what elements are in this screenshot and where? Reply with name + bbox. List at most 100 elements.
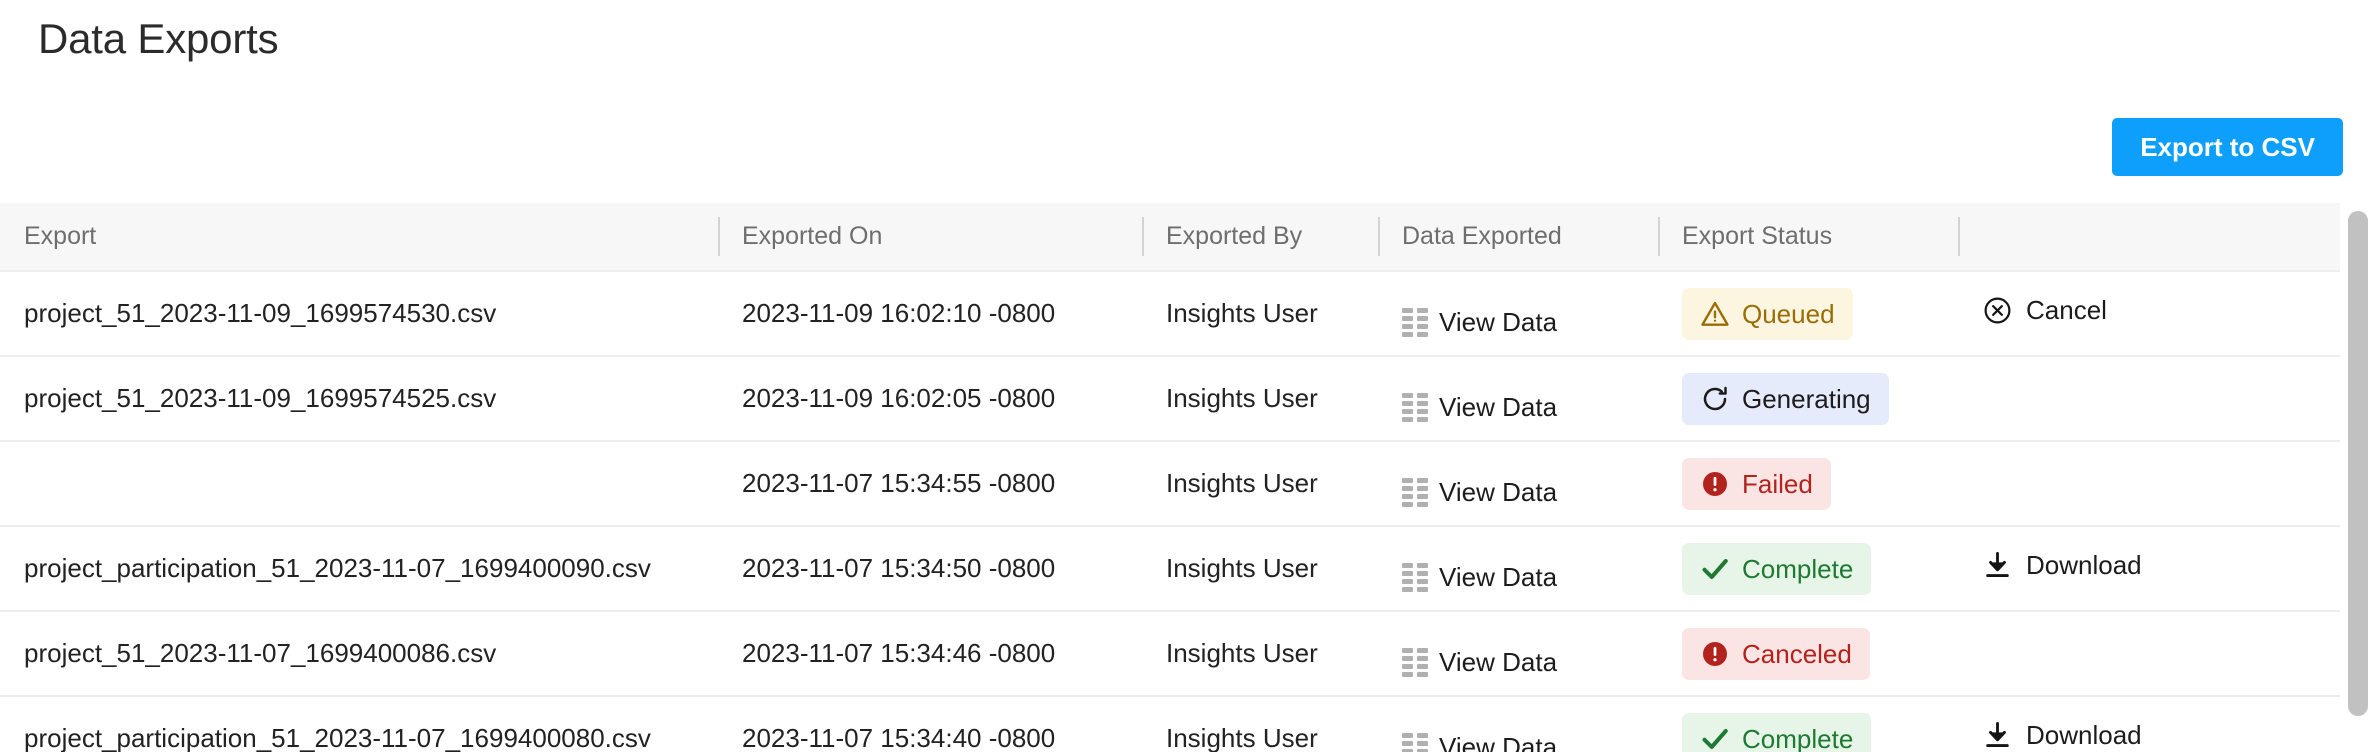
cell-data-exported: View Data: [1378, 441, 1658, 527]
table-row[interactable]: project_participation_51_2023-11-07_1699…: [0, 526, 2340, 612]
cell-exported-on: 2023-11-07 15:34:46 -0800: [718, 611, 1142, 697]
view-data-link[interactable]: View Data: [1402, 732, 1557, 752]
table-grid-icon: [1402, 393, 1428, 422]
status-badge-generating: Generating: [1682, 372, 1889, 425]
export-to-csv-button[interactable]: Export to CSV: [2112, 118, 2343, 176]
table-row[interactable]: project_51_2023-11-07_1699400086.csv 2023…: [0, 611, 2340, 697]
cell-row-action: [1958, 611, 2340, 697]
status-badge-complete: Complete: [1682, 542, 1872, 595]
cell-row-action: [1958, 356, 2340, 442]
table-row[interactable]: project_51_2023-11-09_1699574530.csv 2023…: [0, 271, 2340, 357]
cell-export-status: Queued: [1658, 271, 1958, 357]
table-grid-icon: [1402, 648, 1428, 677]
status-badge-label: Complete: [1742, 553, 1854, 584]
column-header-exported-on[interactable]: Exported On: [718, 203, 1142, 272]
view-data-label: View Data: [1439, 307, 1558, 337]
table-body: project_51_2023-11-09_1699574530.csv 2023…: [0, 271, 2340, 752]
view-data-label: View Data: [1439, 647, 1558, 677]
table-row[interactable]: project_participation_51_2023-11-07_1699…: [0, 696, 2340, 752]
cell-export-status: Failed: [1658, 441, 1958, 527]
row-action-empty: [1982, 483, 2340, 484]
page-title: Data Exports: [38, 15, 279, 62]
cell-export-filename: project_participation_51_2023-11-07_1699…: [0, 526, 718, 612]
cell-exported-on: 2023-11-09 16:02:10 -0800: [718, 271, 1142, 357]
column-header-exported-by[interactable]: Exported By: [1142, 203, 1378, 272]
status-badge-label: Generating: [1742, 383, 1871, 414]
table-header: Export Exported On Exported By Data Expo…: [0, 203, 2340, 272]
status-badge-label: Canceled: [1742, 638, 1852, 669]
view-data-link[interactable]: View Data: [1402, 307, 1557, 338]
cell-exported-by: Insights User: [1142, 611, 1378, 697]
cell-export-filename: project_51_2023-11-09_1699574525.csv: [0, 356, 718, 442]
view-data-link[interactable]: View Data: [1402, 647, 1557, 678]
check-icon: [1700, 554, 1730, 584]
row-action-empty: [1982, 398, 2340, 399]
column-header-export[interactable]: Export: [0, 203, 718, 272]
vertical-scrollbar-thumb[interactable]: [2348, 211, 2368, 716]
cell-data-exported: View Data: [1378, 526, 1658, 612]
status-badge-failed: Failed: [1682, 457, 1831, 510]
download-icon: [1982, 550, 2013, 581]
cell-exported-on: 2023-11-07 15:34:40 -0800: [718, 696, 1142, 752]
cell-export-filename: project_51_2023-11-07_1699400086.csv: [0, 611, 718, 697]
cell-export-status: Generating: [1658, 356, 1958, 442]
download-action-button[interactable]: Download: [1982, 720, 2142, 751]
cell-data-exported: View Data: [1378, 611, 1658, 697]
status-badge-label: Complete: [1742, 723, 1854, 752]
cell-exported-on: 2023-11-09 16:02:05 -0800: [718, 356, 1142, 442]
table-grid-icon: [1402, 733, 1428, 752]
cell-row-action: Download: [1958, 526, 2340, 612]
status-badge-queued: Queued: [1682, 287, 1853, 340]
column-header-export-status[interactable]: Export Status: [1658, 203, 1958, 272]
table-header-row: Export Exported On Exported By Data Expo…: [0, 203, 2340, 272]
view-data-label: View Data: [1439, 732, 1558, 752]
table-row[interactable]: project_51_2023-11-09_1699574525.csv 2023…: [0, 356, 2340, 442]
vertical-scrollbar[interactable]: [2340, 203, 2376, 752]
cell-exported-by: Insights User: [1142, 526, 1378, 612]
cell-exported-on: 2023-11-07 15:34:50 -0800: [718, 526, 1142, 612]
status-badge-label: Queued: [1742, 298, 1835, 329]
cell-export-status: Complete: [1658, 696, 1958, 752]
status-badge-complete: Complete: [1682, 712, 1872, 752]
exports-table-container: Export Exported On Exported By Data Expo…: [0, 203, 2376, 752]
view-data-label: View Data: [1439, 562, 1558, 592]
view-data-link[interactable]: View Data: [1402, 477, 1557, 508]
download-action-label: Download: [2026, 549, 2142, 580]
status-badge-canceled: Canceled: [1682, 627, 1870, 680]
cell-exported-by: Insights User: [1142, 356, 1378, 442]
view-data-label: View Data: [1439, 392, 1558, 422]
cancel-action-button[interactable]: Cancel: [1982, 295, 2107, 326]
cell-export-status: Canceled: [1658, 611, 1958, 697]
error-circle-icon: [1700, 639, 1730, 669]
check-icon: [1700, 724, 1730, 752]
refresh-icon: [1700, 384, 1730, 414]
cell-export-filename: project_51_2023-11-09_1699574530.csv: [0, 271, 718, 357]
status-badge-label: Failed: [1742, 468, 1813, 499]
cell-exported-by: Insights User: [1142, 271, 1378, 357]
cell-row-action: Cancel: [1958, 271, 2340, 357]
row-action-empty: [1982, 653, 2340, 654]
download-icon: [1982, 720, 2013, 751]
cell-data-exported: View Data: [1378, 356, 1658, 442]
table-row[interactable]: 2023-11-07 15:34:55 -0800 Insights User Vi…: [0, 441, 2340, 527]
column-header-data-exported[interactable]: Data Exported: [1378, 203, 1658, 272]
cell-row-action: [1958, 441, 2340, 527]
warning-triangle-icon: [1700, 299, 1730, 329]
error-circle-icon: [1700, 469, 1730, 499]
cancel-action-label: Cancel: [2026, 294, 2107, 325]
cell-data-exported: View Data: [1378, 696, 1658, 752]
table-grid-icon: [1402, 478, 1428, 507]
download-action-button[interactable]: Download: [1982, 550, 2142, 581]
toolbar: Export to CSV: [0, 118, 2376, 200]
view-data-link[interactable]: View Data: [1402, 562, 1557, 593]
cell-row-action: Download: [1958, 696, 2340, 752]
column-header-actions: [1958, 203, 2340, 272]
data-exports-page: Data Exports Export to CSV Export Export…: [0, 0, 2376, 752]
exports-table: Export Exported On Exported By Data Expo…: [0, 203, 2340, 752]
cancel-circle-icon: [1982, 295, 2013, 326]
cell-export-filename: [0, 441, 718, 527]
cell-exported-by: Insights User: [1142, 696, 1378, 752]
cell-exported-by: Insights User: [1142, 441, 1378, 527]
view-data-link[interactable]: View Data: [1402, 392, 1557, 423]
cell-export-status: Complete: [1658, 526, 1958, 612]
